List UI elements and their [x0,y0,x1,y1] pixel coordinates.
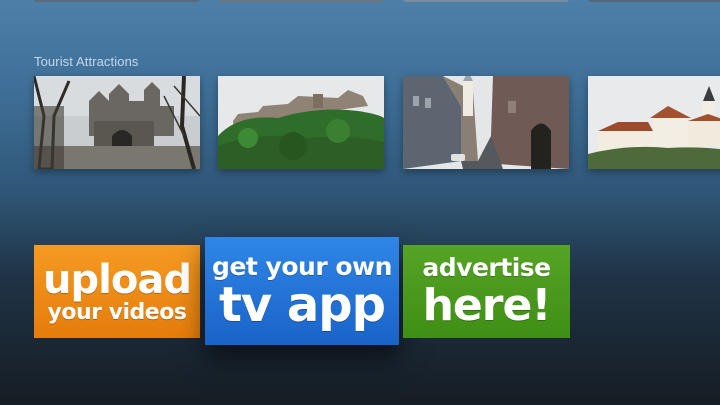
upload-line1: upload [43,256,192,303]
thumbnail-old-street[interactable] [403,76,569,169]
white-castle-image [588,76,720,169]
hill-castle-image [218,76,384,169]
advertise-line1: advertise [422,253,551,282]
previous-row-thumbnail[interactable] [403,0,569,2]
get-tv-app-button[interactable]: get your own tv app [205,237,399,345]
thumbnail-white-castle[interactable] [588,76,720,169]
upload-line2: your videos [47,299,187,325]
previous-row-thumbnail[interactable] [34,0,200,2]
thumbnail-hill-castle[interactable] [218,76,384,169]
castle-gate-image [34,76,200,169]
advertise-here-button[interactable]: advertise here! [403,245,570,338]
upload-videos-button[interactable]: upload your videos [34,245,200,338]
thumbnail-castle-gate[interactable] [34,76,200,169]
previous-row-strip [0,0,720,4]
tvapp-line2: tv app [218,276,386,333]
tvapp-line1: get your own [212,251,392,281]
previous-row-thumbnail[interactable] [218,0,384,2]
section-title: Tourist Attractions [34,54,139,69]
previous-row-thumbnail[interactable] [588,0,720,2]
advertise-line2: here! [422,280,552,331]
old-street-image [403,76,569,169]
